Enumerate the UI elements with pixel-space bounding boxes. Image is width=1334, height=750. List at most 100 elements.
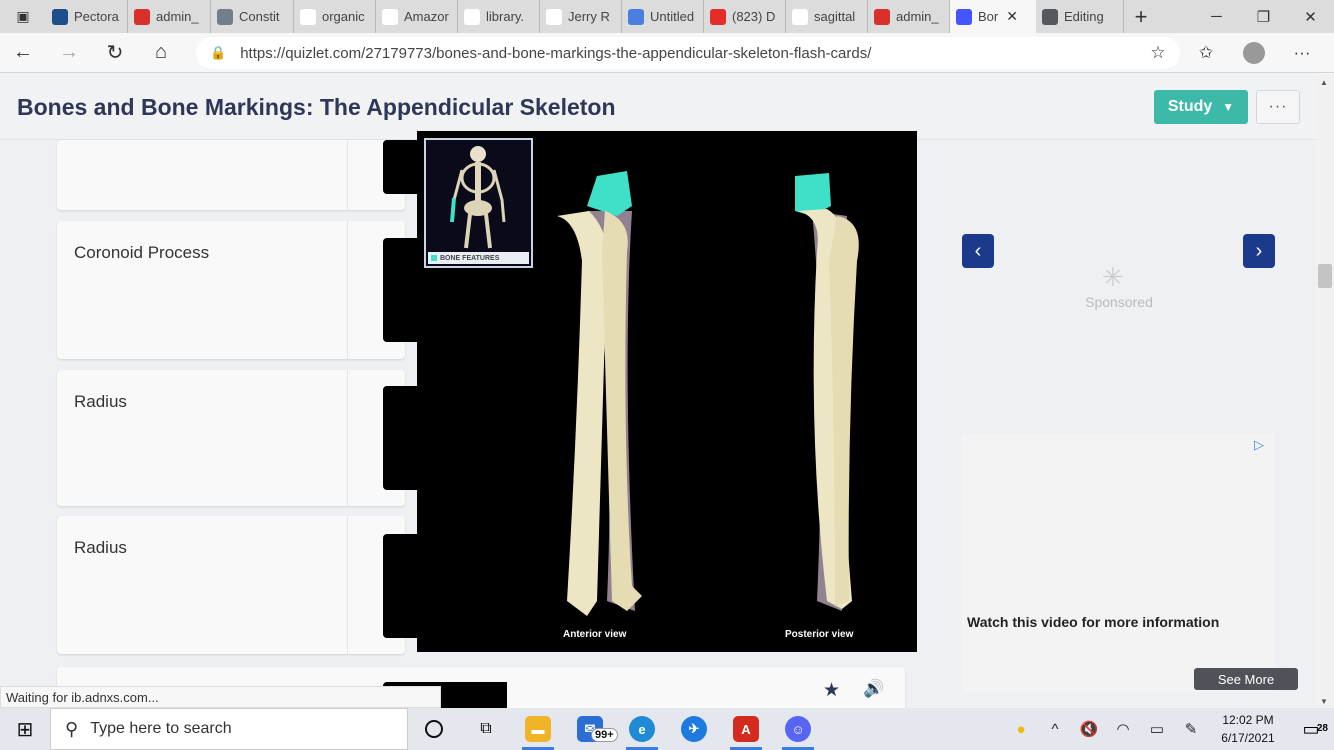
card-term: Coronoid Process (74, 243, 210, 262)
pdf-outline-icon (546, 8, 562, 25)
page-scrollbar[interactable]: ▲ ▼ (1316, 74, 1334, 708)
quizlet-icon (956, 8, 972, 25)
browser-tab[interactable]: admin_ (128, 0, 211, 33)
sponsored-ad: ‹ › ✳ Sponsored (962, 234, 1276, 464)
tab-label: Constit (239, 9, 280, 24)
url-text: https://quizlet.com/27179773/bones-and-b… (240, 44, 872, 62)
window-controls: ─ ❐ ✕ (1193, 0, 1334, 33)
back-icon[interactable]: ← (0, 41, 46, 64)
browser-tab[interactable]: Pectora (46, 0, 128, 33)
browser-tab[interactable]: (823) D (704, 0, 786, 33)
mail-icon[interactable]: ✉ 99+ (564, 708, 618, 750)
tab-label: admin_ (156, 9, 199, 24)
address-bar: ← → ↻ ⌂ 🔒 https://quizlet.com/27179773/b… (0, 33, 1334, 73)
video-ad-text: Watch this video for more information (967, 614, 1220, 630)
notification-count: 28 (1316, 722, 1328, 734)
adchoices-icon[interactable]: ▷ (1254, 437, 1264, 453)
study-label: Study (1167, 98, 1213, 115)
browser-tab[interactable]: Bor ✕ (950, 0, 1036, 33)
browser-tab[interactable]: Untitled (622, 0, 704, 33)
posterior-view-caption: Posterior view (785, 629, 854, 640)
browser-tab[interactable]: library. (458, 0, 540, 33)
chevron-up-icon[interactable]: ^ (1038, 721, 1072, 738)
browser-tab[interactable]: organic (294, 0, 376, 33)
tab-label: Pectora (74, 9, 119, 24)
tab-label: Amazor (404, 9, 449, 24)
see-more-button[interactable]: See More (1194, 668, 1298, 690)
taskbar-search[interactable]: ⚲ Type here to search (50, 708, 408, 750)
scroll-thumb[interactable] (1318, 264, 1332, 288)
browser-tab[interactable]: Jerry R (540, 0, 622, 33)
task-view-icon[interactable]: ⧉ (460, 708, 512, 750)
home-icon[interactable]: ⌂ (138, 41, 184, 64)
search-icon: ⚲ (65, 718, 79, 739)
image-lightbox[interactable]: BONE FEATURES Anterior view Posterior vi… (417, 131, 917, 652)
volume-muted-icon[interactable]: 🔇 (1072, 720, 1106, 738)
favorites-icon[interactable]: ✩ (1182, 43, 1230, 63)
browser-tab[interactable]: Amazor (376, 0, 458, 33)
scroll-down-icon[interactable]: ▼ (1320, 697, 1328, 706)
close-window-icon[interactable]: ✕ (1287, 0, 1334, 33)
app-icon[interactable]: ✈ (668, 708, 720, 750)
browser-tab[interactable]: Constit (211, 0, 294, 33)
cortana-icon[interactable] (408, 708, 460, 750)
forward-icon[interactable]: → (46, 41, 92, 64)
audio-icon[interactable]: 🔊 (863, 679, 884, 699)
loading-spinner-icon: ✳ (1102, 262, 1124, 292)
windows-start-icon[interactable]: ⊞ (0, 717, 50, 742)
discord-icon[interactable]: ☺ (772, 708, 824, 750)
term-card: Coronoid Process (57, 221, 405, 359)
term-card: Radius (57, 516, 405, 654)
ad-prev-button[interactable]: ‹ (962, 234, 994, 268)
pen-icon[interactable]: ✎ (1174, 720, 1208, 738)
page-icon (464, 8, 480, 25)
new-tab-button[interactable]: + (1124, 4, 1158, 30)
chevron-down-icon: ▼ (1222, 100, 1235, 114)
more-options-button[interactable]: ··· (1256, 90, 1300, 124)
term-card (57, 140, 405, 210)
url-field[interactable]: 🔒 https://quizlet.com/27179773/bones-and… (196, 37, 1180, 69)
weather-icon[interactable]: ● (1004, 721, 1038, 738)
profile-avatar[interactable] (1243, 42, 1265, 64)
tab-label: Untitled (650, 9, 695, 24)
tab-actions-icon[interactable]: ▣ (0, 0, 46, 33)
browser-tab[interactable]: Editing (1036, 0, 1124, 33)
taskbar: ⊞ ⚲ Type here to search ⧉ ▬ ✉ 99+ e ✈ A ☺… (0, 708, 1334, 750)
google-icon (300, 8, 316, 25)
study-button[interactable]: Study ▼ (1154, 90, 1248, 124)
battery-icon[interactable]: ▭ (1140, 720, 1174, 738)
mail-badge: 99+ (591, 728, 618, 742)
acrobat-icon[interactable]: A (720, 708, 772, 750)
radius-ulna-illustration (557, 171, 859, 616)
browser-tab[interactable]: admin_ (868, 0, 950, 33)
browser-tab[interactable]: sagittal (786, 0, 868, 33)
status-bar: Waiting for ib.adnxs.com... (0, 686, 441, 708)
notification-icon[interactable]: ▭ 28 (1288, 719, 1334, 740)
edge-icon[interactable]: e (616, 708, 668, 750)
star-icon[interactable]: ★ (823, 679, 840, 702)
wifi-icon[interactable]: ◠ (1106, 720, 1140, 738)
tab-label: sagittal (814, 9, 856, 24)
restore-icon[interactable]: ❐ (1240, 0, 1287, 33)
add-favorite-icon[interactable]: ☆ (1134, 43, 1182, 63)
pdf-icon (134, 8, 150, 25)
docs-icon (628, 8, 644, 25)
close-tab-icon[interactable]: ✕ (1006, 8, 1018, 25)
scroll-up-icon[interactable]: ▲ (1320, 78, 1328, 87)
tab-label: Editing (1064, 9, 1104, 24)
clock-time: 12:02 PM (1222, 713, 1274, 727)
youtube-icon (710, 8, 726, 25)
tab-label: organic (322, 9, 365, 24)
tab-bar: ▣ Pectora admin_ Constit organic Amazor libra… (0, 0, 1334, 33)
refresh-icon[interactable]: ↻ (92, 40, 138, 65)
ad-next-button[interactable]: › (1243, 234, 1275, 268)
video-ad[interactable]: ▷ Watch this video for more information (962, 434, 1274, 692)
card-term: Radius (74, 392, 127, 411)
editing-icon (1042, 8, 1058, 25)
minimize-icon[interactable]: ─ (1193, 0, 1240, 33)
system-tray: ● ^ 🔇 ◠ ▭ ✎ 12:02 PM 6/17/2021 ▭ 28 (1004, 708, 1334, 750)
amazon-icon (382, 8, 398, 25)
clock[interactable]: 12:02 PM 6/17/2021 (1208, 711, 1288, 747)
settings-more-icon[interactable]: ··· (1278, 43, 1326, 63)
file-explorer-icon[interactable]: ▬ (512, 708, 564, 750)
